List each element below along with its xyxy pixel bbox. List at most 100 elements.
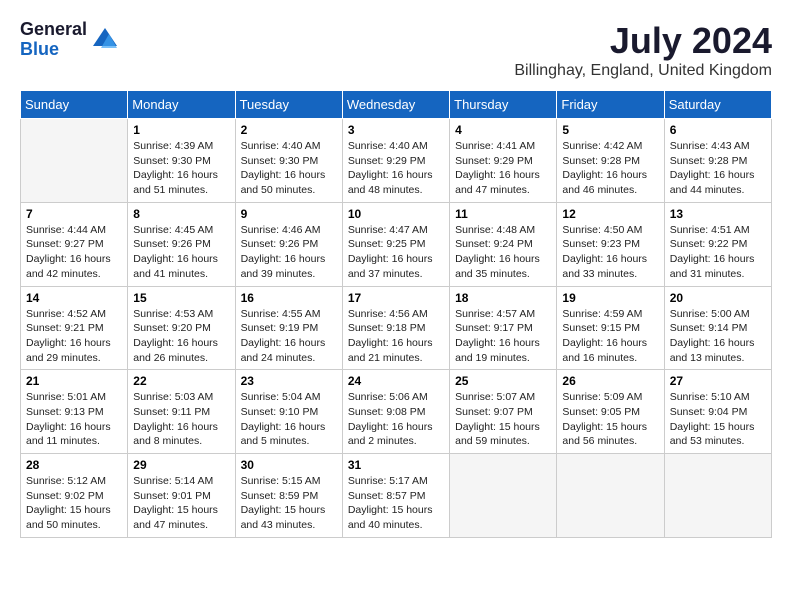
- logo: General Blue: [20, 20, 119, 60]
- table-row: 2 Sunrise: 4:40 AM Sunset: 9:30 PM Daylig…: [235, 119, 342, 203]
- day-info: Sunrise: 5:01 AM Sunset: 9:13 PM Dayligh…: [26, 390, 122, 449]
- header-saturday: Saturday: [664, 91, 771, 119]
- calendar-week-row: 28Sunrise: 5:12 AM Sunset: 9:02 PM Dayli…: [21, 454, 772, 538]
- day-info: Sunrise: 4:51 AM Sunset: 9:22 PM Dayligh…: [670, 223, 766, 282]
- day-number: 31: [348, 458, 444, 472]
- table-row: 19 Sunrise: 4:59 AM Sunset: 9:15 PM Dayli…: [557, 286, 664, 370]
- day-number: 15: [133, 291, 229, 305]
- day-number: 27: [670, 374, 766, 388]
- logo-icon: [91, 26, 119, 54]
- day-info: Sunrise: 4:42 AM Sunset: 9:28 PM Dayligh…: [562, 139, 658, 198]
- day-info: Sunrise: 5:06 AM Sunset: 9:08 PM Dayligh…: [348, 390, 444, 449]
- table-row: 12 Sunrise: 4:50 AM Sunset: 9:23 PM Dayli…: [557, 202, 664, 286]
- day-info: Sunrise: 4:59 AM Sunset: 9:15 PM Dayligh…: [562, 307, 658, 366]
- day-number: 19: [562, 291, 658, 305]
- day-info: Sunrise: 4:46 AM Sunset: 9:26 PM Dayligh…: [241, 223, 337, 282]
- table-row: 22 Sunrise: 5:03 AM Sunset: 9:11 PM Dayli…: [128, 370, 235, 454]
- day-number: 4: [455, 123, 551, 137]
- table-row: 27Sunrise: 5:10 AM Sunset: 9:04 PM Dayli…: [664, 370, 771, 454]
- day-number: 9: [241, 207, 337, 221]
- day-number: 5: [562, 123, 658, 137]
- table-row: 8Sunrise: 4:45 AM Sunset: 9:26 PM Daylig…: [128, 202, 235, 286]
- table-row: 5 Sunrise: 4:42 AM Sunset: 9:28 PM Daylig…: [557, 119, 664, 203]
- table-row: 29Sunrise: 5:14 AM Sunset: 9:01 PM Dayli…: [128, 454, 235, 538]
- table-row: 24 Sunrise: 5:06 AM Sunset: 9:08 PM Dayli…: [342, 370, 449, 454]
- day-info: Sunrise: 5:09 AM Sunset: 9:05 PM Dayligh…: [562, 390, 658, 449]
- calendar-week-row: 14Sunrise: 4:52 AM Sunset: 9:21 PM Dayli…: [21, 286, 772, 370]
- day-info: Sunrise: 5:07 AM Sunset: 9:07 PM Dayligh…: [455, 390, 551, 449]
- table-row: 30 Sunrise: 5:15 AM Sunset: 8:59 PM Dayli…: [235, 454, 342, 538]
- day-info: Sunrise: 4:57 AM Sunset: 9:17 PM Dayligh…: [455, 307, 551, 366]
- day-number: 22: [133, 374, 229, 388]
- table-row: 26 Sunrise: 5:09 AM Sunset: 9:05 PM Dayli…: [557, 370, 664, 454]
- table-row: 14Sunrise: 4:52 AM Sunset: 9:21 PM Dayli…: [21, 286, 128, 370]
- location-subtitle: Billinghay, England, United Kingdom: [514, 62, 772, 80]
- day-info: Sunrise: 4:44 AM Sunset: 9:27 PM Dayligh…: [26, 223, 122, 282]
- day-number: 20: [670, 291, 766, 305]
- logo-general: General: [20, 20, 87, 40]
- table-row: 13 Sunrise: 4:51 AM Sunset: 9:22 PM Dayli…: [664, 202, 771, 286]
- table-row: 16Sunrise: 4:55 AM Sunset: 9:19 PM Dayli…: [235, 286, 342, 370]
- month-year-title: July 2024: [514, 20, 772, 62]
- day-number: 1: [133, 123, 229, 137]
- day-info: Sunrise: 5:03 AM Sunset: 9:11 PM Dayligh…: [133, 390, 229, 449]
- day-info: Sunrise: 4:47 AM Sunset: 9:25 PM Dayligh…: [348, 223, 444, 282]
- day-number: 24: [348, 374, 444, 388]
- table-row: [664, 454, 771, 538]
- table-row: 1Sunrise: 4:39 AM Sunset: 9:30 PM Daylig…: [128, 119, 235, 203]
- table-row: 7 Sunrise: 4:44 AM Sunset: 9:27 PM Daylig…: [21, 202, 128, 286]
- table-row: 21 Sunrise: 5:01 AM Sunset: 9:13 PM Dayli…: [21, 370, 128, 454]
- day-number: 17: [348, 291, 444, 305]
- table-row: [21, 119, 128, 203]
- day-info: Sunrise: 4:48 AM Sunset: 9:24 PM Dayligh…: [455, 223, 551, 282]
- header-friday: Friday: [557, 91, 664, 119]
- title-block: July 2024 Billinghay, England, United Ki…: [514, 20, 772, 80]
- day-number: 23: [241, 374, 337, 388]
- day-info: Sunrise: 4:55 AM Sunset: 9:19 PM Dayligh…: [241, 307, 337, 366]
- day-info: Sunrise: 4:40 AM Sunset: 9:29 PM Dayligh…: [348, 139, 444, 198]
- day-info: Sunrise: 5:00 AM Sunset: 9:14 PM Dayligh…: [670, 307, 766, 366]
- day-info: Sunrise: 4:53 AM Sunset: 9:20 PM Dayligh…: [133, 307, 229, 366]
- table-row: 6 Sunrise: 4:43 AM Sunset: 9:28 PM Daylig…: [664, 119, 771, 203]
- calendar-week-row: 1Sunrise: 4:39 AM Sunset: 9:30 PM Daylig…: [21, 119, 772, 203]
- day-info: Sunrise: 4:50 AM Sunset: 9:23 PM Dayligh…: [562, 223, 658, 282]
- day-number: 11: [455, 207, 551, 221]
- day-number: 21: [26, 374, 122, 388]
- day-info: Sunrise: 5:14 AM Sunset: 9:01 PM Dayligh…: [133, 474, 229, 533]
- table-row: 3 Sunrise: 4:40 AM Sunset: 9:29 PM Daylig…: [342, 119, 449, 203]
- day-number: 2: [241, 123, 337, 137]
- header-sunday: Sunday: [21, 91, 128, 119]
- table-row: 23 Sunrise: 5:04 AM Sunset: 9:10 PM Dayli…: [235, 370, 342, 454]
- calendar-table: Sunday Monday Tuesday Wednesday Thursday…: [20, 90, 772, 538]
- day-number: 10: [348, 207, 444, 221]
- table-row: [557, 454, 664, 538]
- day-number: 30: [241, 458, 337, 472]
- table-row: 11 Sunrise: 4:48 AM Sunset: 9:24 PM Dayli…: [450, 202, 557, 286]
- table-row: 20 Sunrise: 5:00 AM Sunset: 9:14 PM Dayli…: [664, 286, 771, 370]
- day-number: 25: [455, 374, 551, 388]
- header-thursday: Thursday: [450, 91, 557, 119]
- day-info: Sunrise: 4:43 AM Sunset: 9:28 PM Dayligh…: [670, 139, 766, 198]
- day-number: 8: [133, 207, 229, 221]
- day-info: Sunrise: 5:04 AM Sunset: 9:10 PM Dayligh…: [241, 390, 337, 449]
- table-row: 25 Sunrise: 5:07 AM Sunset: 9:07 PM Dayli…: [450, 370, 557, 454]
- table-row: 17 Sunrise: 4:56 AM Sunset: 9:18 PM Dayli…: [342, 286, 449, 370]
- day-info: Sunrise: 5:15 AM Sunset: 8:59 PM Dayligh…: [241, 474, 337, 533]
- day-number: 6: [670, 123, 766, 137]
- day-info: Sunrise: 4:56 AM Sunset: 9:18 PM Dayligh…: [348, 307, 444, 366]
- page-header: General Blue July 2024 Billinghay, Engla…: [20, 20, 772, 80]
- day-number: 3: [348, 123, 444, 137]
- day-number: 7: [26, 207, 122, 221]
- day-info: Sunrise: 4:40 AM Sunset: 9:30 PM Dayligh…: [241, 139, 337, 198]
- table-row: [450, 454, 557, 538]
- day-number: 12: [562, 207, 658, 221]
- day-info: Sunrise: 5:17 AM Sunset: 8:57 PM Dayligh…: [348, 474, 444, 533]
- header-wednesday: Wednesday: [342, 91, 449, 119]
- table-row: 10 Sunrise: 4:47 AM Sunset: 9:25 PM Dayli…: [342, 202, 449, 286]
- logo-blue: Blue: [20, 40, 87, 60]
- day-number: 13: [670, 207, 766, 221]
- day-number: 26: [562, 374, 658, 388]
- day-info: Sunrise: 4:52 AM Sunset: 9:21 PM Dayligh…: [26, 307, 122, 366]
- day-number: 18: [455, 291, 551, 305]
- day-info: Sunrise: 5:12 AM Sunset: 9:02 PM Dayligh…: [26, 474, 122, 533]
